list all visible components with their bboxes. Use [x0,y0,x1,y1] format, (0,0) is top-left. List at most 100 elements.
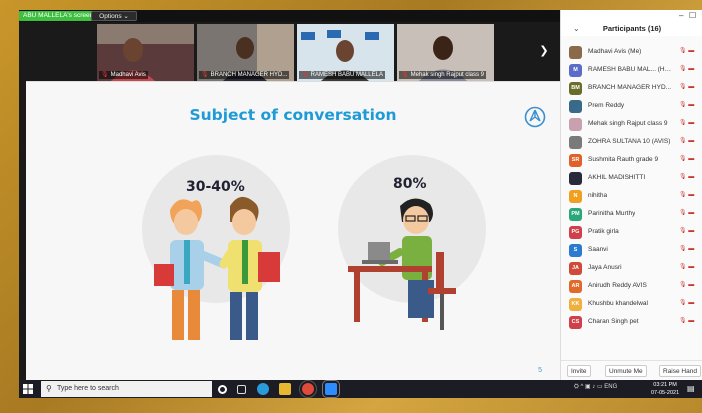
mic-muted-icon: 🎙 ▬ [679,300,695,306]
participant-row[interactable]: PM Parinitha Murthy 🎙 ▬ [561,205,702,223]
participant-row[interactable]: JA Jaya Anusri 🎙 ▬ [561,259,702,277]
participant-name: RAMESH BABU MAL... (Host) [588,66,672,73]
participant-row[interactable]: M RAMESH BABU MAL... (Host) 🎙 ▬ [561,61,702,79]
avatar [569,118,582,131]
windows-start-icon[interactable] [23,384,33,394]
mic-muted-icon: 🎙 [101,72,109,78]
task-view-icon[interactable] [237,385,246,394]
video-tile-active-speaker[interactable]: 🎙 RAMESH BABU MALLELA [297,24,394,81]
raise-hand-button[interactable]: Raise Hand [659,365,701,377]
avatar [569,172,582,185]
search-placeholder: Type here to search [57,385,119,392]
mic-muted-icon: 🎙 ▬ [679,246,695,252]
tile-name: 🎙 RAMESH BABU MALLELA [299,71,385,79]
participant-name: Pratik girla [588,228,619,235]
participant-name: Anirudh Reddy AVIS [588,282,647,289]
avatar: KK [569,298,582,311]
screen-share-label: ABU MALLELA's screen [19,11,98,21]
avatar [569,46,582,59]
unmute-me-button[interactable]: Unmute Me [605,365,647,377]
participant-name: Jaya Anusri [588,264,622,271]
mic-muted-icon: 🎙 ▬ [679,120,695,126]
mic-muted-icon: 🎙 ▬ [679,48,695,54]
participant-name: ZOHRA SULTANA 10 (AVIS) [588,138,671,145]
mic-muted-icon: 🎙 ▬ [679,228,695,234]
mic-muted-icon: 🎙 ▬ [679,102,695,108]
taskbar-search-box[interactable]: ⚲ Type here to search [41,381,212,397]
notification-center-icon[interactable]: ▤ [687,384,695,393]
minimize-icon[interactable]: – [679,11,683,20]
participants-list: Madhavi Avis (Me) 🎙 ▬ M RAMESH BABU MAL... … [561,43,702,331]
view-options-button[interactable]: Options ⌄ [91,11,137,21]
mic-muted-icon: 🎙 ▬ [679,192,695,198]
slide-page-number: 5 [538,367,542,374]
laptop-worker-illustration-icon [348,198,456,330]
chrome-browser-icon[interactable] [299,380,317,398]
mic-muted-icon: 🎙 ▬ [679,282,695,288]
laptop-percent: 80% [393,176,427,192]
tile-name: 🎙 Madhavi Avis [99,71,148,79]
participant-row[interactable]: AKHIL MADISHITTI 🎙 ▬ [561,169,702,187]
participant-name: AKHIL MADISHITTI [588,174,646,181]
zoom-window: ABU MALLELA's screen Options ⌄ 🎙 Madhavi … [19,10,702,380]
participant-row[interactable]: ZOHRA SULTANA 10 (AVIS) 🎙 ▬ [561,133,702,151]
invite-button[interactable]: Invite [567,365,591,377]
mic-muted-icon: 🎙 ▬ [679,264,695,270]
participant-name: Khushbu khandelwal [588,300,648,307]
mic-muted-icon: 🎙 ▬ [679,156,695,162]
participant-name: Mehak singh Rajput class 9 [588,120,668,127]
participant-row[interactable]: Prem Reddy 🎙 ▬ [561,97,702,115]
avatar [569,100,582,113]
handshake-illustration-icon [154,196,280,340]
participant-row[interactable]: PG Pratik girla 🎙 ▬ [561,223,702,241]
participant-row[interactable]: SR Sushmita Rauth grade 9 🎙 ▬ [561,151,702,169]
participants-panel: – ☐ Participants (16) ⌄ Madhavi Avis (Me… [560,10,702,380]
taskbar-clock[interactable]: 03:21 PM 07-05-2021 [651,381,679,397]
avatar: PG [569,226,582,239]
participants-header: – ☐ Participants (16) ⌄ [561,10,702,36]
avatar: N [569,190,582,203]
clock-time: 03:21 PM [653,382,677,388]
mic-muted-icon: 🎙 ▬ [679,174,695,180]
edge-browser-icon[interactable] [257,383,269,395]
avatar: JA [569,262,582,275]
avatar: AR [569,280,582,293]
system-tray[interactable]: ⛭ ^ ▣ ♪ ▭ ENG [574,383,617,391]
avatar: M [569,64,582,77]
chevron-down-icon[interactable]: ⌄ [573,24,580,33]
file-explorer-icon[interactable] [279,383,291,395]
mic-muted-icon: 🎙 ▬ [679,84,695,90]
avatar: BM [569,82,582,95]
avatar: S [569,244,582,257]
participant-row[interactable]: AR Anirudh Reddy AVIS 🎙 ▬ [561,277,702,295]
search-icon: ⚲ [46,384,52,393]
participant-row[interactable]: CS Charan Singh pet 🎙 ▬ [561,313,702,331]
zoom-app-icon[interactable] [322,380,340,398]
video-tile[interactable]: 🎙 Madhavi Avis [97,24,194,81]
mic-icon: 🎙 [301,72,309,78]
participant-name: Charan Singh pet [588,318,639,325]
brand-logo-icon [524,106,546,128]
slide-title: Subject of conversation [189,106,397,124]
participant-name: BRANCH MANAGER HYD... [588,84,672,91]
tile-name: 🎙 BRANCH MANAGER HYD... [199,71,290,79]
avatar [569,136,582,149]
mic-muted-icon: 🎙 ▬ [679,210,695,216]
participant-name: Parinitha Murthy [588,210,636,217]
participant-row[interactable]: S Saanvi 🎙 ▬ [561,241,702,259]
cortana-icon[interactable] [218,385,227,394]
participant-name: Madhavi Avis (Me) [588,48,642,55]
participant-row[interactable]: Madhavi Avis (Me) 🎙 ▬ [561,43,702,61]
maximize-icon[interactable]: ☐ [689,11,696,20]
mic-muted-icon: 🎙 [401,72,409,78]
participant-name: Saanvi [588,246,608,253]
video-tile[interactable]: 🎙 Mehak singh Rajput class 9 [397,24,494,81]
participant-name: Prem Reddy [588,102,625,109]
language-indicator: ENG [604,384,618,390]
participant-row[interactable]: BM BRANCH MANAGER HYD... 🎙 ▬ [561,79,702,97]
chevron-right-icon[interactable]: ❯ [537,44,551,58]
participant-row[interactable]: Nnihitha 🎙 ▬ [561,187,702,205]
participant-row[interactable]: Mehak singh Rajput class 9 🎙 ▬ [561,115,702,133]
video-tile[interactable]: 🎙 BRANCH MANAGER HYD... [197,24,294,81]
participant-row[interactable]: KK Khushbu khandelwal 🎙 ▬ [561,295,702,313]
